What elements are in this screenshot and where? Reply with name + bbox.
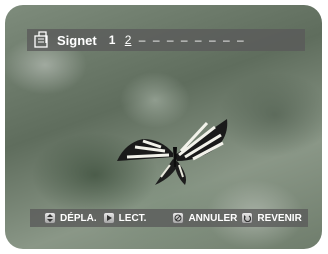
navigation-bar: DÉPLA. LECT. ANNULER REVENIR bbox=[30, 209, 308, 227]
bookmark-slot-5[interactable]: – bbox=[167, 33, 174, 47]
bookmark-slot-10[interactable]: – bbox=[237, 33, 244, 47]
bookmark-slots: 1 2 – – – – – – – – bbox=[109, 33, 244, 47]
play-key-icon bbox=[102, 212, 115, 224]
bookmark-slot-2[interactable]: 2 bbox=[125, 33, 132, 47]
bookmark-slot-8[interactable]: – bbox=[209, 33, 216, 47]
play-button[interactable]: LECT. bbox=[102, 212, 147, 224]
bookmark-slot-4[interactable]: – bbox=[153, 33, 160, 47]
video-screen: Signet 1 2 – – – – – – – – DÉPLA. LECT. … bbox=[5, 5, 322, 249]
cancel-button[interactable]: ANNULER bbox=[172, 212, 237, 224]
return-label: REVENIR bbox=[257, 212, 302, 224]
bookmark-bar: Signet 1 2 – – – – – – – – bbox=[27, 29, 305, 51]
bookmark-slot-3[interactable]: – bbox=[139, 33, 146, 47]
bookmark-title: Signet bbox=[57, 32, 97, 48]
move-key-icon bbox=[44, 212, 56, 224]
bookmark-icon bbox=[33, 31, 51, 49]
move-label: DÉPLA. bbox=[60, 212, 97, 224]
bookmark-slot-6[interactable]: – bbox=[181, 33, 188, 47]
butterfly-image bbox=[117, 119, 228, 185]
play-label: LECT. bbox=[118, 212, 147, 224]
bookmark-slot-9[interactable]: – bbox=[223, 33, 230, 47]
return-key-icon bbox=[241, 212, 254, 224]
cancel-label: ANNULER bbox=[188, 212, 238, 224]
cancel-key-icon bbox=[172, 212, 185, 224]
bookmark-slot-7[interactable]: – bbox=[195, 33, 202, 47]
move-button[interactable]: DÉPLA. bbox=[44, 212, 97, 224]
return-button[interactable]: REVENIR bbox=[241, 212, 302, 224]
bookmark-slot-1[interactable]: 1 bbox=[109, 33, 116, 47]
